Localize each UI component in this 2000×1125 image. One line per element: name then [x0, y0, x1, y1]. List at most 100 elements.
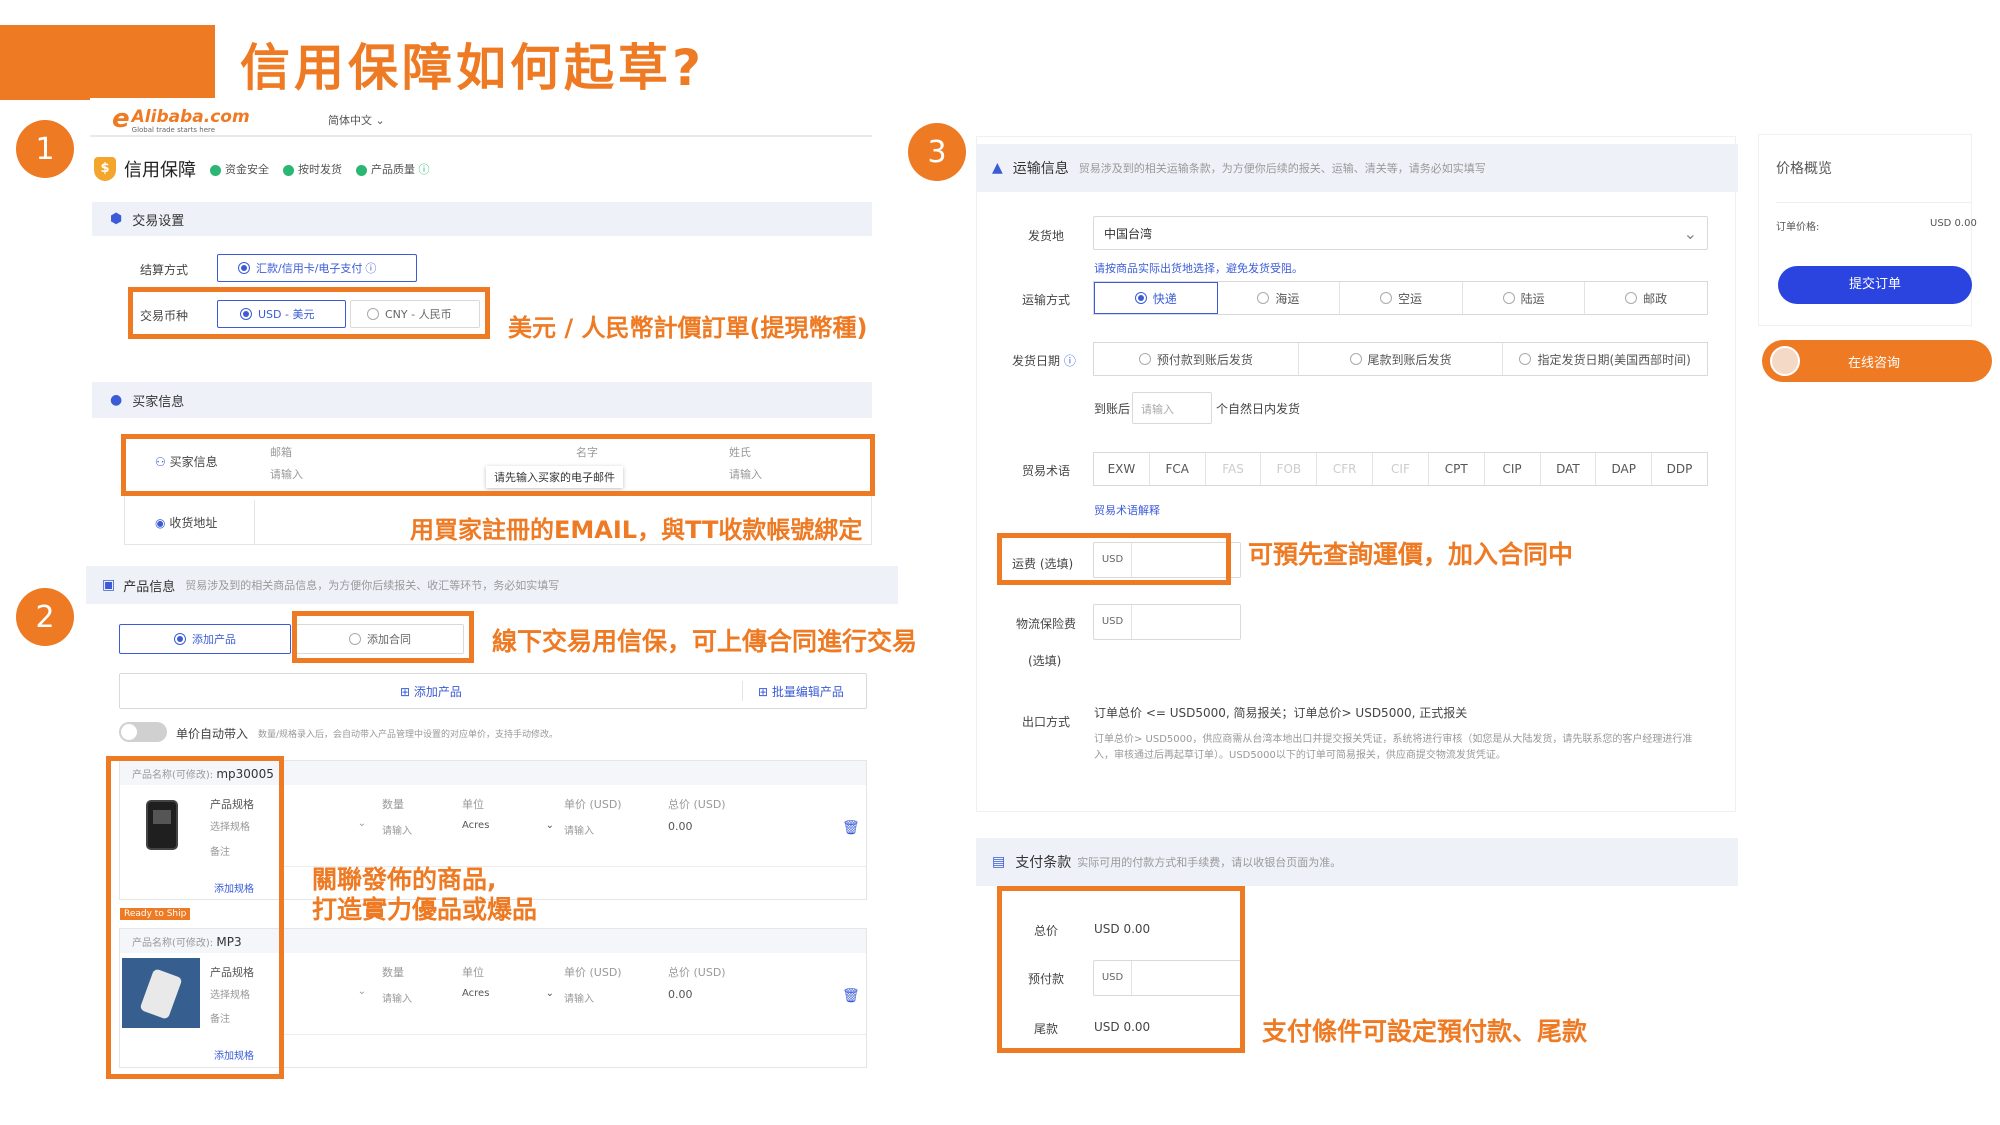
price-overview-divider	[1776, 202, 1972, 203]
payment-header: ▤ 支付条款 实际可用的付款方式和手续费，请以收银台页面为准。	[976, 838, 1738, 886]
product-2-qty-label: 数量	[382, 966, 404, 979]
payment-section-desc: 实际可用的付款方式和手续费，请以收银台页面为准。	[1077, 856, 1342, 869]
badge-fund-safety: 资金安全	[210, 161, 269, 177]
plus-square-icon: ⊞	[758, 685, 769, 699]
term-cfr[interactable]: CFR	[1317, 453, 1374, 485]
step-3-badge: 3	[908, 123, 966, 181]
package-icon: ▣	[102, 577, 116, 593]
product-1-unit-select[interactable]: Acres ⌄	[462, 820, 554, 831]
method-label: 运输方式	[1022, 293, 1071, 307]
term-cif[interactable]: CIF	[1373, 453, 1429, 485]
language-selector[interactable]: 简体中文 ⌄	[328, 112, 385, 128]
address-divider	[254, 500, 255, 544]
product-1-total: 0.00	[668, 820, 693, 833]
product-1-qty-input[interactable]: 请输入	[382, 822, 448, 837]
after-label: 到账后	[1094, 402, 1131, 416]
shipping-header: ▲ 运输信息 贸易涉及到的相关运输条款，为方便你后续的报关、运输、清关等，请务必…	[976, 144, 1738, 192]
tab-add-product[interactable]: 添加产品	[119, 624, 291, 654]
chevron-down-icon: ⌄	[545, 988, 554, 999]
order-price-value: USD 0.00	[1930, 218, 1977, 229]
step-2-badge: 2	[16, 588, 74, 646]
trade-settings-title: 交易设置	[132, 213, 185, 229]
term-cip[interactable]: CIP	[1485, 453, 1541, 485]
date-after-balance[interactable]: 尾款到账后发货	[1299, 343, 1504, 375]
trash-icon[interactable]: 🗑	[842, 988, 860, 1004]
help-icon: ⓘ	[365, 262, 377, 275]
submit-order-button[interactable]: 提交订单	[1778, 266, 1972, 304]
shipping-section-title: 运输信息	[1012, 161, 1069, 177]
note-contract: 線下交易用信保，可上傳合同進行交易	[492, 627, 918, 656]
add-product-button[interactable]: ⊞ 添加产品	[400, 683, 462, 700]
method-air[interactable]: 空运	[1340, 282, 1463, 314]
product-2-qty-input[interactable]: 请输入	[382, 990, 448, 1005]
radio-icon	[1349, 353, 1362, 365]
term-link[interactable]: 贸易术语解释	[1094, 502, 1160, 518]
highlight-freight	[997, 533, 1231, 585]
trade-settings-header: ⬢ 交易设置	[92, 202, 872, 236]
alibaba-logo[interactable]: e Alibaba.com Global trade starts here	[112, 104, 250, 134]
product-2-total: 0.00	[668, 988, 693, 1001]
radio-checked-icon	[1134, 292, 1147, 304]
method-land[interactable]: 陆运	[1463, 282, 1586, 314]
product-1-total-label: 总价 (USD)	[668, 798, 726, 811]
settlement-label: 结算方式	[140, 263, 189, 277]
product-section-title: 产品信息	[123, 579, 176, 595]
help-icon[interactable]: ⓘ	[419, 163, 430, 176]
settlement-option[interactable]: 汇款/信用卡/电子支付 ⓘ	[217, 254, 417, 282]
trash-icon[interactable]: 🗑	[842, 820, 860, 836]
date-specified[interactable]: 指定发货日期(美国西部时间)	[1503, 343, 1707, 375]
term-exw[interactable]: EXW	[1094, 453, 1150, 485]
price-overview-title: 价格概览	[1776, 161, 1832, 177]
buyer-info-header: ● 买家信息	[92, 382, 872, 418]
product-1-price-input[interactable]: 请输入	[564, 822, 654, 837]
radio-icon	[1379, 292, 1392, 304]
insurance-input[interactable]: USD	[1093, 604, 1241, 640]
highlight-payment	[997, 886, 1245, 1053]
origin-hint: 请按商品实际出货地选择，避免发货受阻。	[1094, 262, 1303, 275]
help-icon[interactable]: ⓘ	[1064, 354, 1076, 368]
logo-text: Alibaba.com	[131, 107, 250, 127]
term-ddp[interactable]: DDP	[1652, 453, 1707, 485]
batch-edit-button[interactable]: ⊞ 批量编辑产品	[758, 683, 844, 700]
highlight-products	[106, 756, 284, 1079]
method-sea[interactable]: 海运	[1218, 282, 1341, 314]
credit-title-row: $ 信用保障 资金安全 按时发货 产品质量 ⓘ	[94, 156, 430, 182]
date-label: 发货日期 ⓘ	[1012, 354, 1076, 368]
note-email: 用買家註冊的EMAIL，與TT收款帳號綁定	[410, 516, 863, 544]
header-divider	[90, 135, 872, 137]
method-post[interactable]: 邮政	[1585, 282, 1707, 314]
highlight-buyer	[121, 434, 875, 496]
origin-select[interactable]: 中国台湾 ⌄	[1093, 216, 1708, 250]
card-icon: ▤	[992, 854, 1006, 870]
product-info-header: ▣ 产品信息 贸易涉及到的相关商品信息，为方便你后续报关、收汇等环节，务必如实填…	[86, 566, 898, 604]
origin-label: 发货地	[1028, 229, 1065, 243]
auto-price-toggle[interactable]	[119, 722, 167, 742]
product-2-price-label: 单价 (USD)	[564, 966, 622, 979]
product-2-unit-select[interactable]: Acres ⌄	[462, 988, 554, 999]
date-after-deposit[interactable]: 预付款到账后发货	[1094, 343, 1299, 375]
method-group: 快递 海运 空运 陆运 邮政	[1093, 281, 1708, 315]
online-consult-button[interactable]: 在线咨询	[1762, 340, 1992, 382]
badge-on-time: 按时发货	[283, 161, 342, 177]
toggle-knob	[121, 724, 137, 740]
term-fca[interactable]: FCA	[1150, 453, 1206, 485]
term-dap[interactable]: DAP	[1596, 453, 1653, 485]
term-fob[interactable]: FOB	[1261, 453, 1318, 485]
page-title: 信用保障如何起草?	[240, 39, 706, 97]
product-1-price-label: 单价 (USD)	[564, 798, 622, 811]
check-icon	[210, 164, 221, 176]
product-2-price-input[interactable]: 请输入	[564, 990, 654, 1005]
after-days-input[interactable]: 请输入	[1132, 392, 1212, 424]
credit-title: 信用保障	[124, 160, 196, 181]
address-label: ◉ 收货地址	[155, 516, 218, 530]
term-cpt[interactable]: CPT	[1429, 453, 1485, 485]
chevron-down-icon: ⌄	[357, 986, 366, 997]
radio-icon	[1502, 292, 1515, 304]
note-currency: 美元 / 人民幣計價訂單(提現幣種)	[508, 314, 868, 342]
product-2-sep	[282, 1034, 866, 1035]
check-icon	[283, 164, 294, 176]
term-group: EXW FCA FAS FOB CFR CIF CPT CIP DAT DAP DDP	[1093, 452, 1708, 486]
term-fas[interactable]: FAS	[1206, 453, 1262, 485]
method-express[interactable]: 快递	[1094, 282, 1218, 314]
term-dat[interactable]: DAT	[1541, 453, 1597, 485]
